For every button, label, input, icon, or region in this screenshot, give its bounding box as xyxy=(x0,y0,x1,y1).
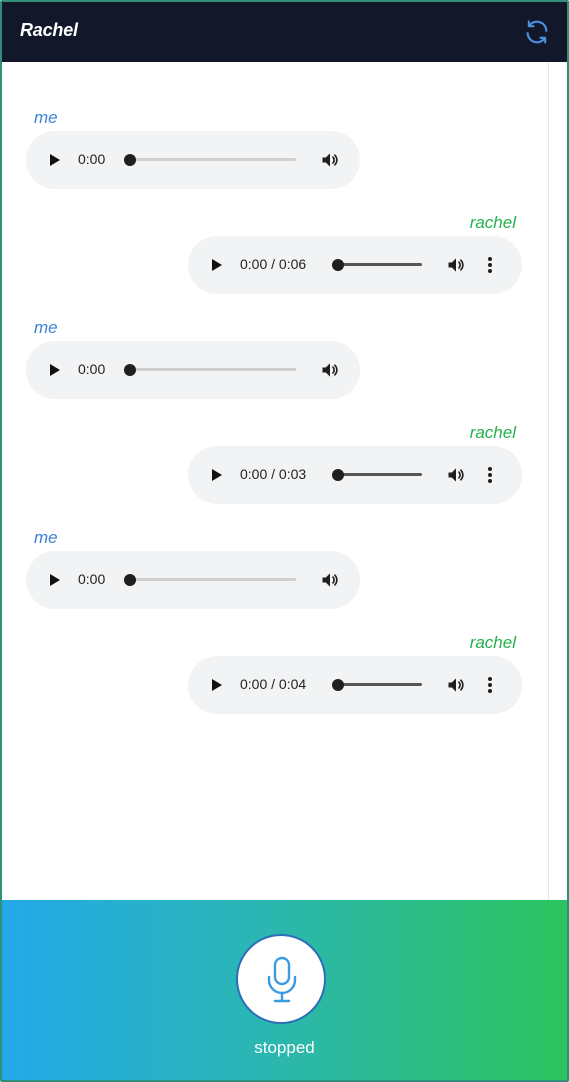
seek-bar[interactable] xyxy=(338,263,422,266)
more-options-icon[interactable] xyxy=(487,675,493,695)
play-icon[interactable] xyxy=(50,364,60,376)
scrollbar[interactable] xyxy=(548,62,567,900)
header-bar: Rachel xyxy=(2,2,567,62)
message-item: rachel 0:00 / 0:06 xyxy=(2,213,546,303)
seek-thumb[interactable] xyxy=(124,154,136,166)
app-window: Rachel me 0:00 rachel 0:00 / 0:06 me 0:00 rach… xyxy=(0,0,569,1082)
message-item: rachel 0:00 / 0:03 xyxy=(2,423,546,513)
seek-thumb[interactable] xyxy=(332,679,344,691)
sender-label: me xyxy=(34,108,58,127)
audio-player: 0:00 xyxy=(26,551,360,609)
sender-label: rachel xyxy=(469,633,516,652)
volume-icon[interactable] xyxy=(320,570,340,590)
record-footer: stopped xyxy=(2,900,567,1080)
sender-label: me xyxy=(34,318,58,337)
audio-player: 0:00 / 0:03 xyxy=(188,446,522,504)
play-icon[interactable] xyxy=(212,469,222,481)
record-button[interactable] xyxy=(236,934,326,1024)
play-icon[interactable] xyxy=(50,574,60,586)
sender-label: rachel xyxy=(469,423,516,442)
play-icon[interactable] xyxy=(50,154,60,166)
message-item: me 0:00 xyxy=(2,528,546,618)
message-item: me 0:00 xyxy=(2,318,546,408)
playback-time: 0:00 / 0:04 xyxy=(240,676,307,692)
play-icon[interactable] xyxy=(212,259,222,271)
message-list[interactable]: me 0:00 rachel 0:00 / 0:06 me 0:00 rachel 0:00 … xyxy=(2,62,546,900)
message-item: me 0:00 xyxy=(2,108,546,198)
audio-player: 0:00 / 0:06 xyxy=(188,236,522,294)
playback-time: 0:00 / 0:06 xyxy=(240,256,307,272)
seek-bar[interactable] xyxy=(130,578,296,581)
seek-thumb[interactable] xyxy=(332,469,344,481)
audio-player: 0:00 xyxy=(26,131,360,189)
seek-bar[interactable] xyxy=(130,158,296,161)
volume-icon[interactable] xyxy=(320,150,340,170)
playback-time: 0:00 xyxy=(78,571,106,587)
audio-player: 0:00 / 0:04 xyxy=(188,656,522,714)
playback-time: 0:00 / 0:03 xyxy=(240,466,307,482)
volume-icon[interactable] xyxy=(446,255,466,275)
sender-label: me xyxy=(34,528,58,547)
seek-bar[interactable] xyxy=(130,368,296,371)
more-options-icon[interactable] xyxy=(487,255,493,275)
refresh-icon[interactable] xyxy=(523,18,551,46)
seek-thumb[interactable] xyxy=(124,364,136,376)
microphone-icon xyxy=(267,956,297,1003)
more-options-icon[interactable] xyxy=(487,465,493,485)
volume-icon[interactable] xyxy=(320,360,340,380)
recording-status: stopped xyxy=(254,1038,315,1057)
seek-thumb[interactable] xyxy=(332,259,344,271)
message-item: rachel 0:00 / 0:04 xyxy=(2,633,546,723)
audio-player: 0:00 xyxy=(26,341,360,399)
seek-bar[interactable] xyxy=(338,683,422,686)
sender-label: rachel xyxy=(469,213,516,232)
playback-time: 0:00 xyxy=(78,361,106,377)
volume-icon[interactable] xyxy=(446,465,466,485)
seek-thumb[interactable] xyxy=(124,574,136,586)
seek-bar[interactable] xyxy=(338,473,422,476)
contact-name: Rachel xyxy=(20,20,78,40)
playback-time: 0:00 xyxy=(78,151,106,167)
play-icon[interactable] xyxy=(212,679,222,691)
volume-icon[interactable] xyxy=(446,675,466,695)
